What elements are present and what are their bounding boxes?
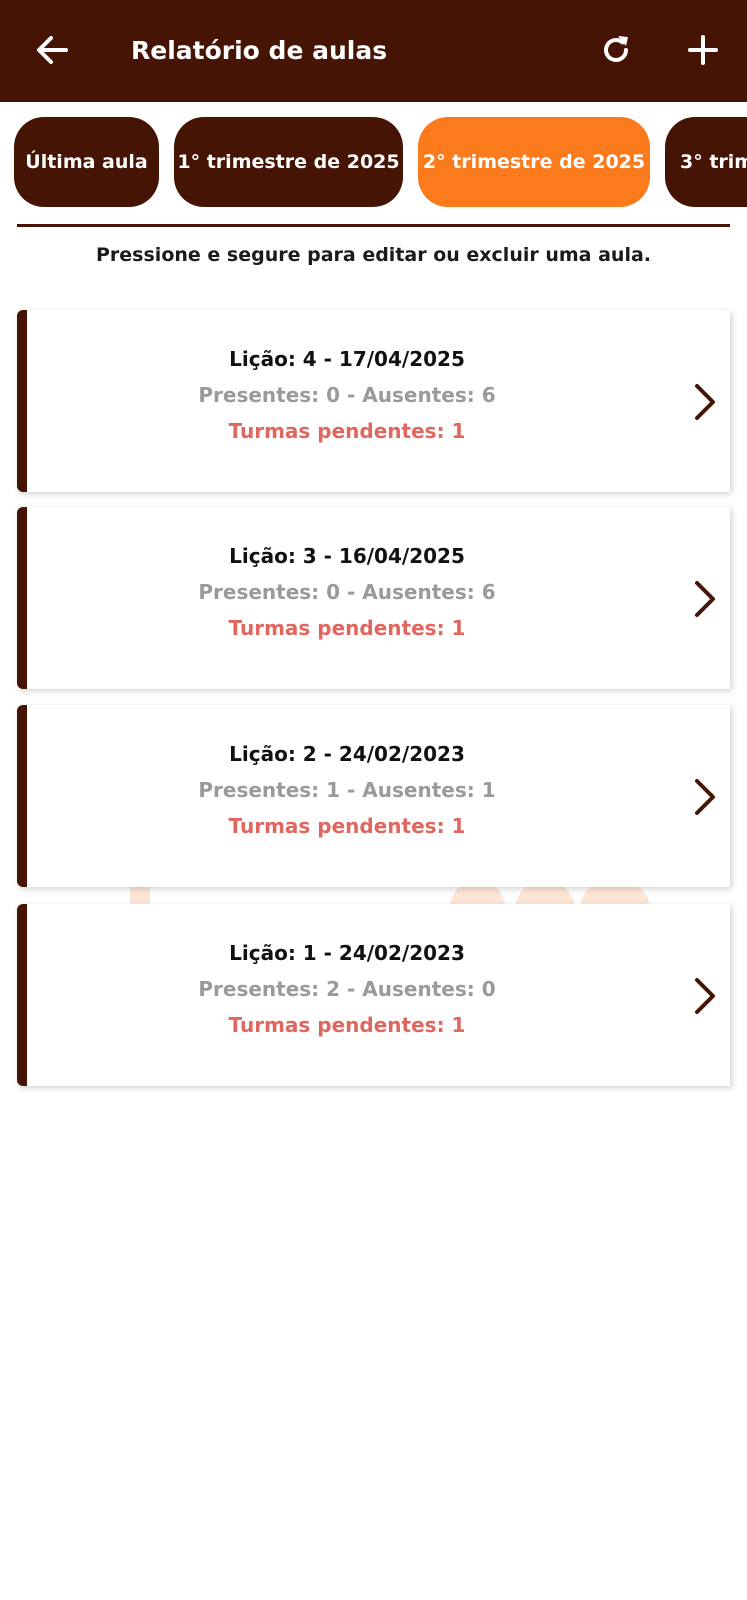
lesson-pending: Turmas pendentes: 1 <box>228 419 466 443</box>
chevron-right-icon[interactable] <box>691 777 719 817</box>
tab-label: 3° trimestre de 2025 <box>680 151 747 173</box>
lesson-pending: Turmas pendentes: 1 <box>228 616 466 640</box>
lesson-card[interactable]: Lição: 2 - 24/02/2023 Presentes: 1 - Aus… <box>17 705 730 887</box>
lesson-card[interactable]: Lição: 1 - 24/02/2023 Presentes: 2 - Aus… <box>17 904 730 1086</box>
lesson-card[interactable]: Lição: 4 - 17/04/2025 Presentes: 0 - Aus… <box>17 310 730 492</box>
lesson-attendance: Presentes: 2 - Ausentes: 0 <box>198 977 496 1001</box>
lesson-attendance: Presentes: 1 - Ausentes: 1 <box>198 778 496 802</box>
lesson-title: Lição: 4 - 17/04/2025 <box>229 347 465 371</box>
tab-ultima-aula[interactable]: Última aula <box>14 117 159 207</box>
back-button[interactable] <box>30 28 74 72</box>
tab-1-trimestre-2025[interactable]: 1° trimestre de 2025 <box>174 117 403 207</box>
page-title: Relatório de aulas <box>131 36 388 65</box>
chevron-right-icon[interactable] <box>691 976 719 1016</box>
tab-2-trimestre-2025[interactable]: 2° trimestre de 2025 <box>418 117 650 207</box>
hint-text: Pressione e segure para editar ou exclui… <box>96 244 651 266</box>
app-bar: Relatório de aulas <box>0 0 747 102</box>
card-accent-bar <box>17 904 27 1086</box>
tabs-track: Última aula 1° trimestre de 2025 2° trim… <box>14 117 747 207</box>
chevron-right-icon[interactable] <box>691 579 719 619</box>
tab-label: Última aula <box>25 151 148 173</box>
tab-label: 1° trimestre de 2025 <box>177 151 400 173</box>
add-lesson-button[interactable] <box>681 28 725 72</box>
lesson-card[interactable]: Lição: 3 - 16/04/2025 Presentes: 0 - Aus… <box>17 507 730 689</box>
lesson-pending: Turmas pendentes: 1 <box>228 1013 466 1037</box>
card-accent-bar <box>17 705 27 887</box>
card-accent-bar <box>17 310 27 492</box>
plus-icon <box>688 35 718 65</box>
refresh-icon <box>604 36 628 62</box>
arrow-left-icon <box>37 36 68 64</box>
period-tabs: Última aula 1° trimestre de 2025 2° trim… <box>0 117 747 207</box>
lesson-attendance: Presentes: 0 - Ausentes: 6 <box>198 383 496 407</box>
card-accent-bar <box>17 507 27 689</box>
lesson-title: Lição: 3 - 16/04/2025 <box>229 544 465 568</box>
chevron-right-icon[interactable] <box>691 382 719 422</box>
lesson-title: Lição: 2 - 24/02/2023 <box>229 742 465 766</box>
divider <box>17 224 730 227</box>
tab-label: 2° trimestre de 2025 <box>422 151 646 173</box>
refresh-button[interactable] <box>594 28 638 72</box>
lesson-title: Lição: 1 - 24/02/2023 <box>229 941 465 965</box>
lesson-attendance: Presentes: 0 - Ausentes: 6 <box>198 580 496 604</box>
tab-3-trimestre-2025[interactable]: 3° trimestre de 2025 <box>665 117 747 207</box>
lesson-pending: Turmas pendentes: 1 <box>228 814 466 838</box>
